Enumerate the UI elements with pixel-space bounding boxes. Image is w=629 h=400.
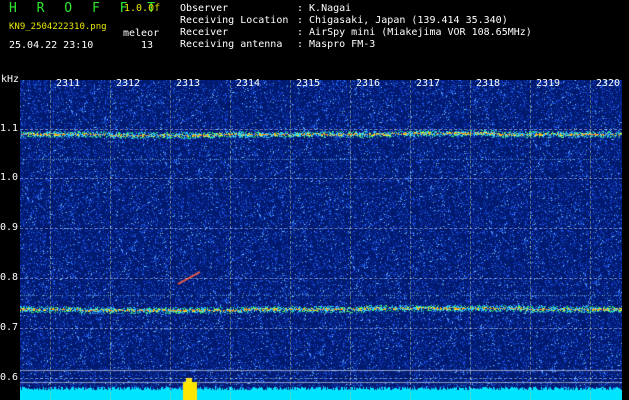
time-gridline	[530, 80, 531, 400]
y-tick-label: 0.6	[0, 372, 19, 383]
datetime-label: 25.04.22 23:10	[9, 40, 94, 51]
info-label-location: Receiving Location	[180, 15, 289, 26]
header-panel: H R O F F T 1.0.0f KN9_2504222310.png me…	[0, 0, 629, 76]
y-axis-unit: kHz	[1, 74, 20, 85]
info-label-observer: Observer	[180, 3, 229, 14]
freq-gridline	[20, 129, 622, 130]
time-gridline	[470, 80, 471, 400]
x-tick-label: 2312	[116, 78, 141, 89]
x-tick-label: 2311	[56, 78, 81, 89]
version-label: 1.0.0f	[124, 3, 161, 14]
x-tick-label: 2316	[356, 78, 381, 89]
y-tick-label: 1.0	[0, 172, 19, 183]
time-gridline	[590, 80, 591, 400]
x-tick-label: 2318	[476, 78, 501, 89]
time-gridline	[350, 80, 351, 400]
filename-label: KN9_2504222310.png	[9, 22, 107, 32]
y-tick-label: 1.1	[0, 123, 19, 134]
meteor-count: 13	[141, 40, 154, 51]
meteor-label: meleor	[123, 28, 160, 39]
info-value-antenna: : Maspro FM-3	[297, 39, 376, 50]
x-tick-label: 2317	[416, 78, 441, 89]
time-gridline	[50, 80, 51, 400]
info-label-antenna: Receiving antenna	[180, 39, 283, 50]
x-tick-label: 2314	[236, 78, 261, 89]
x-tick-label: 2319	[536, 78, 561, 89]
time-gridline	[170, 80, 171, 400]
y-tick-label: 0.7	[0, 322, 19, 333]
time-gridline	[110, 80, 111, 400]
time-gridline	[230, 80, 231, 400]
info-value-receiver: : AirSpy mini (Miakejima VOR 108.65MHz)	[297, 27, 532, 38]
info-value-observer: : K.Nagai	[297, 3, 352, 14]
y-tick-label: 0.8	[0, 272, 19, 283]
time-gridline	[410, 80, 411, 400]
x-tick-label: 2315	[296, 78, 321, 89]
info-label-receiver: Receiver	[180, 27, 229, 38]
freq-gridline	[20, 178, 622, 179]
info-value-location: : Chigasaki, Japan (139.414 35.340)	[297, 15, 508, 26]
x-tick-label: 2313	[176, 78, 201, 89]
freq-gridline	[20, 278, 622, 279]
x-tick-label: 2320	[596, 78, 621, 89]
y-tick-label: 0.9	[0, 222, 19, 233]
freq-gridline	[20, 378, 622, 379]
freq-gridline	[20, 328, 622, 329]
freq-gridline	[20, 228, 622, 229]
time-gridline	[290, 80, 291, 400]
